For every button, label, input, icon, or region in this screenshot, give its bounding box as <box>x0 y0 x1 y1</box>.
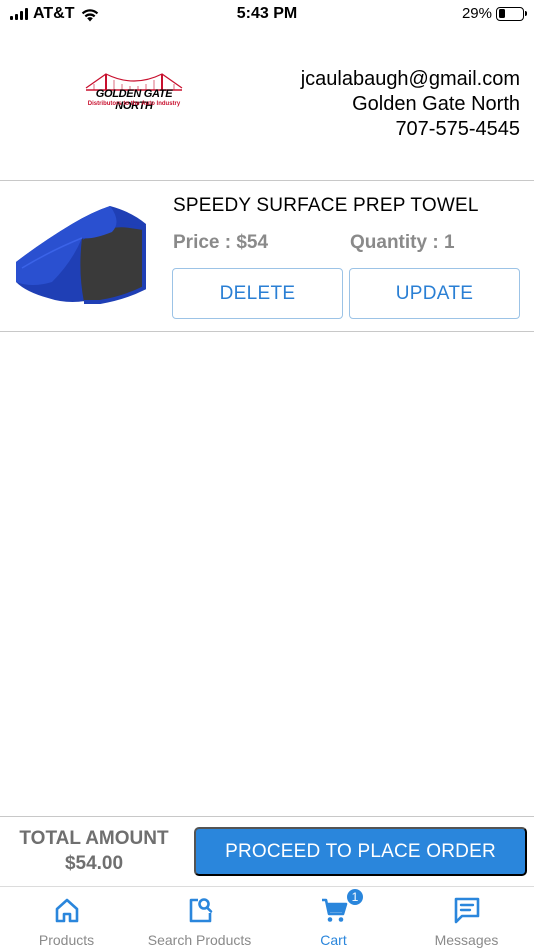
tab-label-cart: Cart <box>320 932 347 948</box>
contact-company: Golden Gate North <box>352 93 520 115</box>
item-quantity: Quantity : 1 <box>350 232 455 253</box>
delete-button[interactable]: DELETE <box>172 268 343 319</box>
total-amount: TOTAL AMOUNT $54.00 <box>0 826 188 876</box>
battery-icon <box>496 6 527 21</box>
blue-towel-image <box>16 206 146 304</box>
battery-fill <box>498 9 506 18</box>
contact-email: jcaulabaugh@gmail.com <box>300 68 520 90</box>
header-divider <box>0 180 534 181</box>
tab-label-search-products: Search Products <box>147 932 252 948</box>
tab-label-products: Products <box>38 932 95 948</box>
battery-percent: 29% <box>461 5 492 22</box>
proceed-to-place-order-button[interactable]: PROCEED TO PLACE ORDER <box>194 827 527 876</box>
tab-products[interactable]: Products <box>0 887 133 950</box>
item-divider <box>0 331 534 332</box>
tab-label-messages: Messages <box>434 932 499 948</box>
tab-cart[interactable]: 1 Cart <box>267 887 400 950</box>
total-value: $54.00 <box>64 853 124 874</box>
header: GOLDEN GATE NORTH Distributors to the Au… <box>0 30 534 180</box>
total-label: TOTAL AMOUNT <box>19 828 169 849</box>
status-bar: AT&T 5:43 PM 29% <box>0 0 534 30</box>
status-right: 29% <box>461 5 527 22</box>
cart-badge: 1 <box>345 887 365 907</box>
home-icon <box>55 898 78 923</box>
tab-search-products[interactable]: Search Products <box>133 887 266 950</box>
search-products-icon <box>189 898 212 923</box>
status-time: 5:43 PM <box>236 5 298 22</box>
messages-icon <box>454 897 479 924</box>
update-button[interactable]: UPDATE <box>349 268 520 319</box>
cart-icon <box>321 898 347 922</box>
item-title: SPEEDY SURFACE PREP TOWEL <box>173 195 479 216</box>
footer-divider <box>0 816 534 817</box>
logo-title: GOLDEN GATE NORTH <box>95 88 173 112</box>
item-price: Price : $54 <box>173 232 269 253</box>
contact-info: jcaulabaugh@gmail.com Golden Gate North … <box>301 67 520 142</box>
contact-phone: 707-575-4545 <box>395 118 520 140</box>
tab-messages[interactable]: Messages <box>400 887 533 950</box>
tab-bar: Products Search Products 1 Cart Messages <box>0 886 534 950</box>
company-logo: GOLDEN GATE NORTH Distributors to the Au… <box>84 72 184 112</box>
logo-subtitle: Distributors to the Auto Industry <box>87 101 181 107</box>
